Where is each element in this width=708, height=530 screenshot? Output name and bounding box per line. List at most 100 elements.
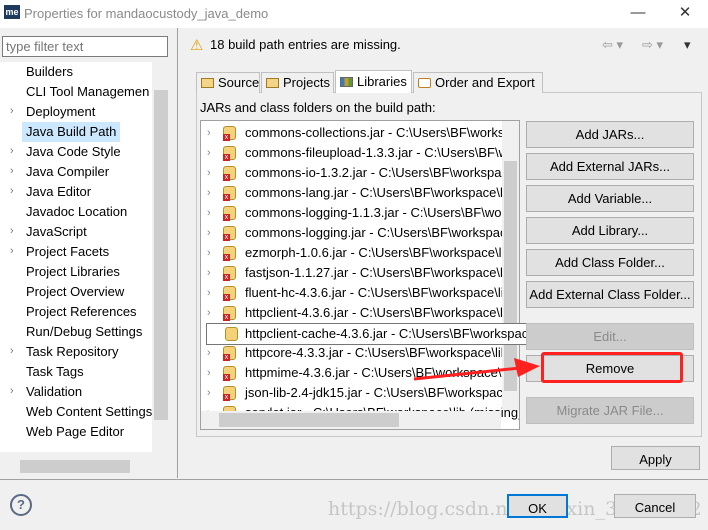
sidebar-item[interactable]: Java Code Style	[26, 142, 121, 162]
sidebar-item[interactable]: Project Overview	[26, 282, 124, 302]
warning-icon: ⚠	[190, 37, 204, 54]
chevron-right-icon[interactable]: ›	[10, 185, 14, 197]
library-entry[interactable]: ›fluent-hc-4.3.6.jar - C:\Users\BF\works…	[201, 283, 519, 303]
tooltip: httpclient-cache-4.3.6.jar - C:\Users\BF…	[206, 323, 608, 345]
sidebar-item[interactable]: Project Facets	[26, 242, 109, 262]
chevron-right-icon[interactable]: ›	[207, 123, 211, 143]
library-entry[interactable]: ›ezmorph-1.0.6.jar - C:\Users\BF\workspa…	[201, 243, 519, 263]
sidebar-item[interactable]: Task Repository	[26, 342, 118, 362]
tree-horizontal-scrollbar[interactable]	[0, 458, 170, 475]
chevron-right-icon[interactable]: ›	[207, 343, 211, 363]
back-icon[interactable]: ⇦ ▾	[602, 37, 623, 53]
chevron-right-icon[interactable]: ›	[207, 303, 211, 323]
library-entry[interactable]: ›commons-logging.jar - C:\Users\BF\works…	[201, 223, 519, 243]
add-variable-button[interactable]: Add Variable...	[526, 185, 694, 212]
library-icon	[340, 77, 353, 87]
migrate-jar-button[interactable]: Migrate JAR File...	[526, 397, 694, 424]
sidebar-item[interactable]: Java Compiler	[26, 162, 109, 182]
tab-label: Source	[218, 75, 260, 90]
chevron-right-icon[interactable]: ›	[207, 143, 211, 163]
sidebar-item[interactable]: JavaScript	[26, 222, 87, 242]
sidebar-item[interactable]: Builders	[26, 62, 73, 82]
folder-icon	[266, 78, 279, 88]
chevron-right-icon[interactable]: ›	[207, 223, 211, 243]
add-class-folder-button[interactable]: Add Class Folder...	[526, 249, 694, 276]
sidebar-item[interactable]: Java Editor	[26, 182, 91, 202]
divider	[0, 479, 708, 480]
edit-button[interactable]: Edit...	[526, 323, 694, 350]
add-library-button[interactable]: Add Library...	[526, 217, 694, 244]
filter-input[interactable]	[2, 36, 168, 57]
list-horizontal-scrollbar[interactable]	[201, 411, 501, 429]
missing-jar-icon	[223, 226, 236, 241]
tree-vertical-scrollbar[interactable]	[152, 62, 170, 452]
sidebar-item[interactable]: Validation	[26, 382, 82, 402]
sidebar-item[interactable]: Web Content Settings	[26, 402, 152, 422]
add-jars-button[interactable]: Add JARs...	[526, 121, 694, 148]
forward-icon[interactable]: ⇨ ▾	[642, 37, 663, 53]
library-entry[interactable]: ›commons-collections.jar - C:\Users\BF\w…	[201, 123, 519, 143]
sidebar-item[interactable]: Run/Debug Settings	[26, 322, 142, 342]
chevron-right-icon[interactable]: ›	[10, 105, 14, 117]
close-button[interactable]: ✕	[670, 2, 700, 24]
add-external-class-folder-button[interactable]: Add External Class Folder...	[526, 281, 694, 308]
menu-icon[interactable]: ▾	[684, 37, 691, 53]
tab-projects[interactable]: Projects	[261, 72, 334, 93]
chevron-right-icon[interactable]: ›	[207, 263, 211, 283]
library-entry[interactable]: ›httpclient-4.3.6.jar - C:\Users\BF\work…	[201, 303, 519, 323]
missing-jar-icon	[223, 386, 236, 401]
folder-icon	[201, 78, 214, 88]
missing-jar-icon	[223, 286, 236, 301]
library-entry[interactable]: ›commons-logging-1.1.3.jar - C:\Users\BF…	[201, 203, 519, 223]
tab-label: Order and Export	[435, 75, 535, 90]
chevron-right-icon[interactable]: ›	[10, 245, 14, 257]
sidebar-item[interactable]: Project Libraries	[26, 262, 120, 282]
jars-label: JARs and class folders on the build path…	[200, 100, 436, 115]
chevron-right-icon[interactable]: ›	[207, 283, 211, 303]
sidebar-item[interactable]: Task Tags	[26, 362, 84, 382]
library-entry[interactable]: ›commons-io-1.3.2.jar - C:\Users\BF\work…	[201, 163, 519, 183]
chevron-right-icon[interactable]: ›	[10, 165, 14, 177]
chevron-right-icon[interactable]: ›	[10, 385, 14, 397]
divider	[177, 28, 178, 478]
chevron-right-icon[interactable]: ›	[10, 345, 14, 357]
chevron-right-icon[interactable]: ›	[10, 225, 14, 237]
chevron-right-icon[interactable]: ›	[207, 203, 211, 223]
order-icon	[418, 78, 431, 88]
missing-jar-icon	[223, 166, 236, 181]
sidebar-item[interactable]: Deployment	[26, 102, 95, 122]
arrow-annotation	[413, 358, 540, 381]
help-icon[interactable]: ?	[10, 494, 32, 516]
tab-order-and-export[interactable]: Order and Export	[413, 72, 543, 93]
cancel-button[interactable]: Cancel	[614, 494, 696, 518]
ok-button[interactable]: OK	[507, 494, 568, 518]
missing-jar-icon	[223, 146, 236, 161]
chevron-right-icon[interactable]: ›	[207, 363, 211, 383]
sidebar-item[interactable]: Javadoc Location	[26, 202, 127, 222]
chevron-right-icon[interactable]: ›	[207, 243, 211, 263]
chevron-right-icon[interactable]: ›	[207, 383, 211, 403]
sidebar-item[interactable]: Web Page Editor	[26, 422, 124, 442]
missing-jar-icon	[225, 327, 238, 341]
add-external-jars-button[interactable]: Add External JARs...	[526, 153, 694, 180]
chevron-right-icon[interactable]: ›	[207, 163, 211, 183]
chevron-right-icon[interactable]: ›	[207, 183, 211, 203]
status-message: 18 build path entries are missing.	[210, 37, 401, 52]
chevron-right-icon[interactable]: ›	[10, 145, 14, 157]
sidebar-item[interactable]: CLI Tool Managemen	[26, 82, 149, 102]
library-entry[interactable]: ›fastjson-1.1.27.jar - C:\Users\BF\works…	[201, 263, 519, 283]
sidebar-item[interactable]: Java Build Path	[22, 122, 121, 142]
apply-button[interactable]: Apply	[611, 446, 700, 470]
sidebar-item[interactable]: Project References	[26, 302, 137, 322]
library-entry[interactable]: ›json-lib-2.4-jdk15.jar - C:\Users\BF\wo…	[201, 383, 519, 403]
missing-jar-icon	[223, 266, 236, 281]
tab-libraries[interactable]: Libraries	[335, 70, 412, 93]
tab-source[interactable]: Source	[196, 72, 260, 93]
app-logo: me	[4, 5, 20, 19]
library-entry[interactable]: ›commons-lang.jar - C:\Users\BF\workspac…	[201, 183, 519, 203]
highlight-annotation	[541, 352, 683, 383]
minimize-button[interactable]: —	[623, 2, 653, 24]
tab-label: Projects	[283, 75, 330, 90]
library-entry[interactable]: ›commons-fileupload-1.3.3.jar - C:\Users…	[201, 143, 519, 163]
missing-jar-icon	[223, 366, 236, 381]
